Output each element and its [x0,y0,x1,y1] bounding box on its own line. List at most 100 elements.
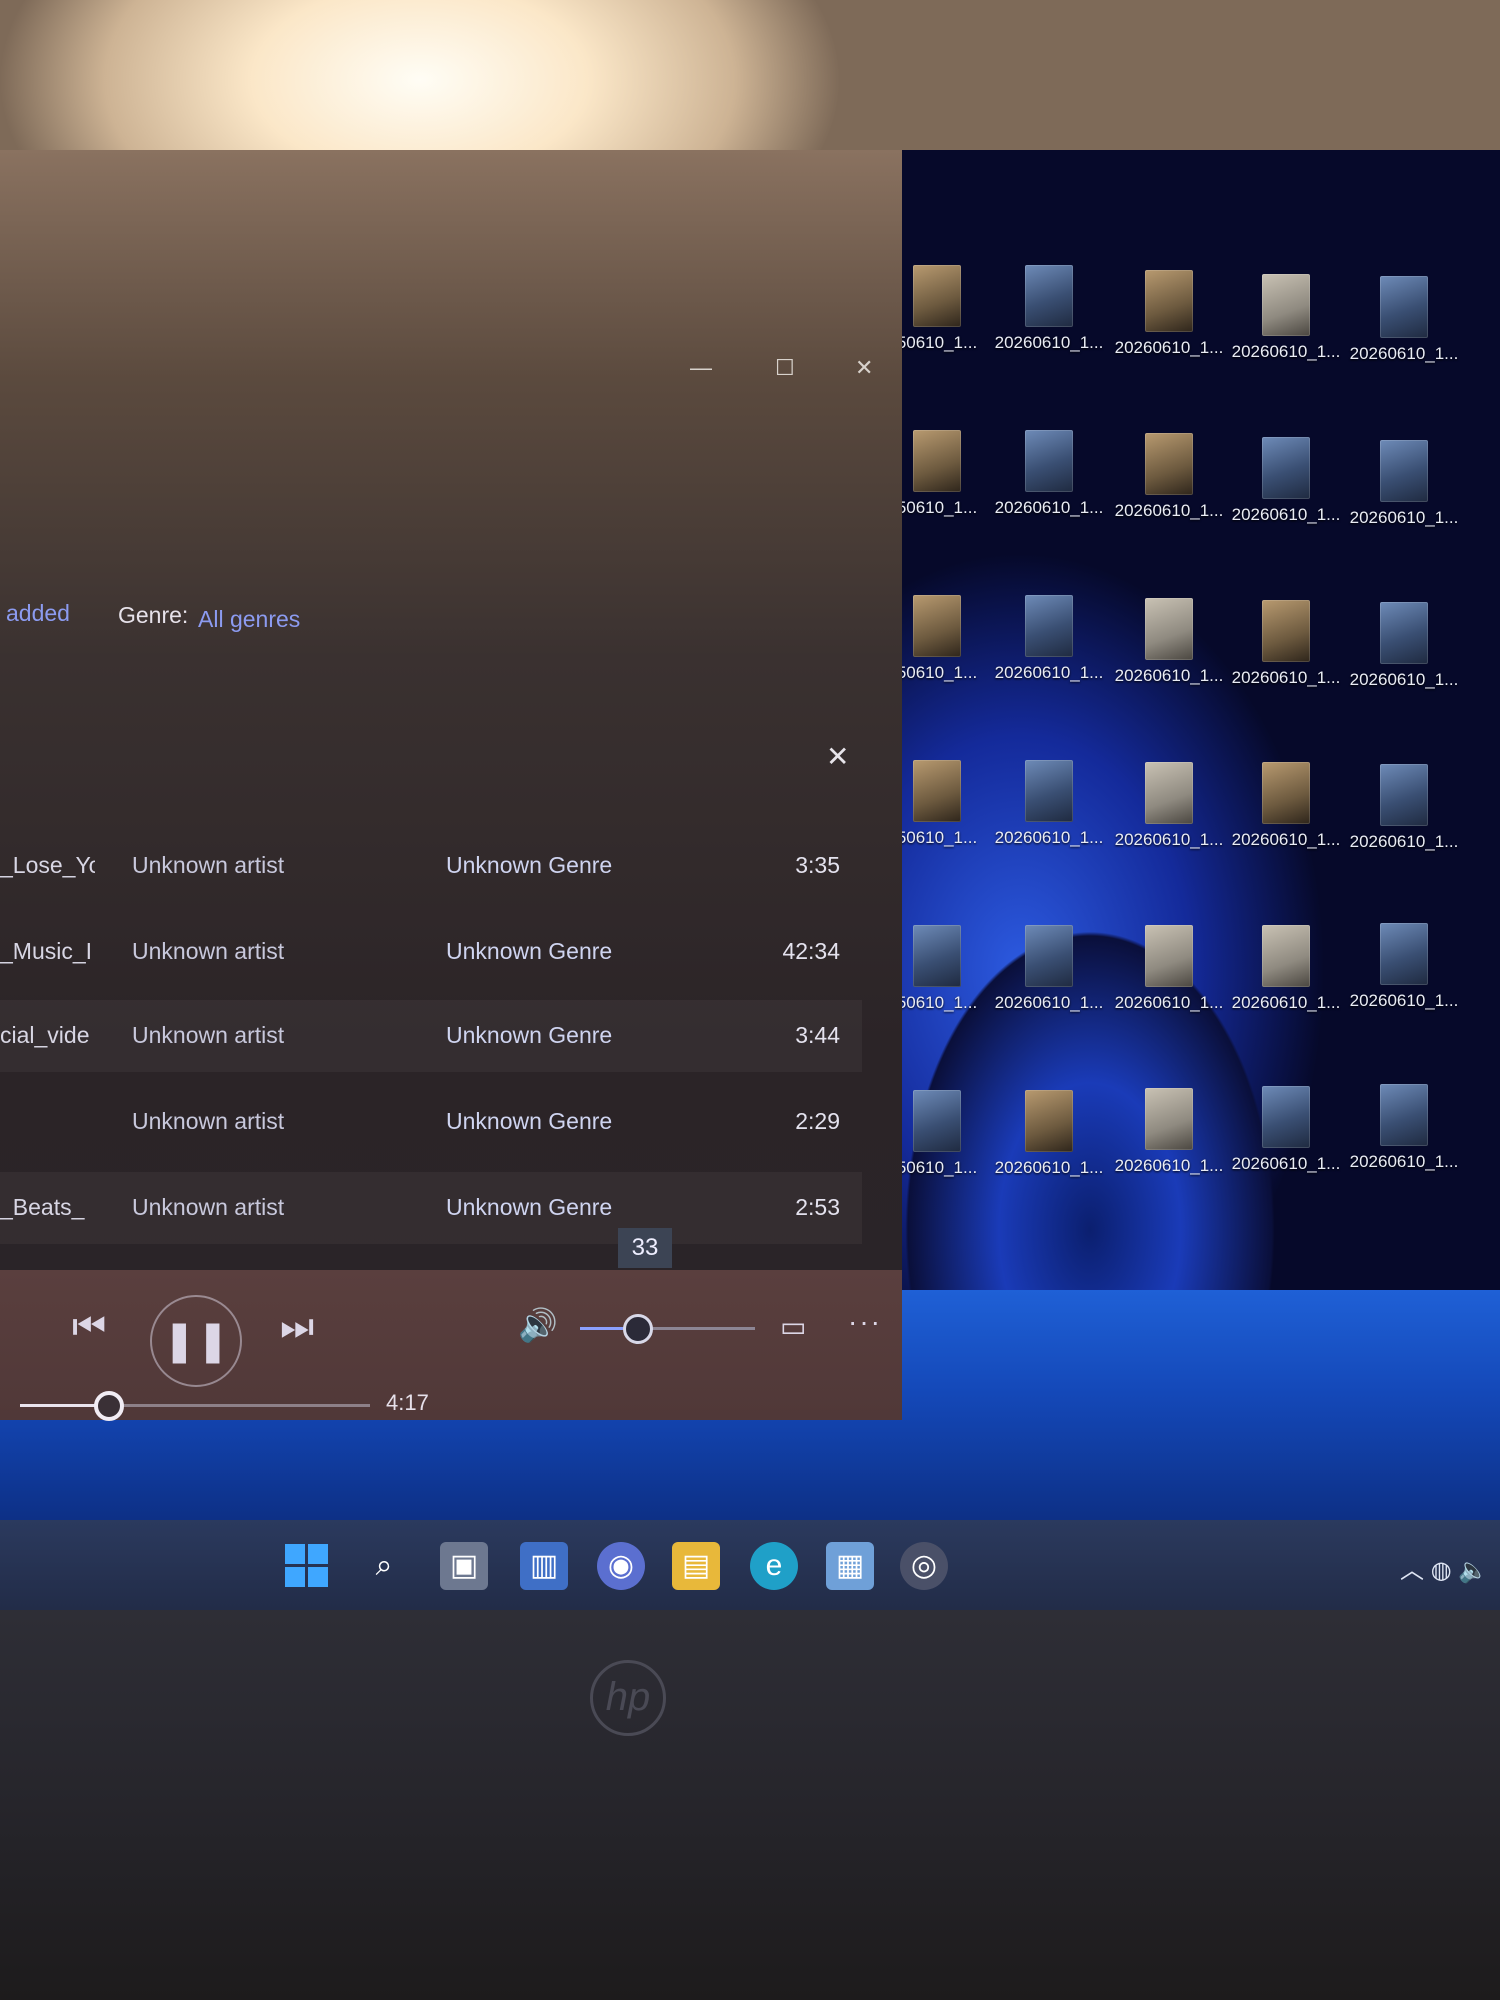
image-thumbnail [1145,1088,1193,1150]
taskbar: ⌕ ▣ ▥ ◉ ▤ e ▦ ◎ ︿ ◍ 🔈 [0,1520,1500,1610]
volume-icon[interactable]: 🔊 [518,1306,558,1344]
seek-bar-thumb[interactable] [93,1391,124,1421]
track-genre: Unknown Genre [446,852,613,878]
start-icon[interactable] [283,1542,331,1590]
track-genre: Unknown Genre [446,938,613,964]
image-thumbnail [913,1090,961,1152]
desktop-file-icon[interactable]: 20260610_1... [1227,437,1345,525]
image-thumbnail [1025,430,1073,492]
desktop-file-icon[interactable]: 20260610_1... [1110,270,1228,358]
more-options-icon[interactable]: ··· [848,1306,882,1338]
track-title: _Lose_Yo [0,852,95,878]
close-window-button[interactable]: ✕ [855,355,873,381]
desktop-file-icon[interactable]: 20260610_1... [1110,762,1228,850]
track-title: _Music_I [0,938,93,964]
maximize-button[interactable]: ☐ [775,355,795,381]
image-thumbnail [1025,595,1073,657]
image-thumbnail [1262,437,1310,499]
previous-icon[interactable]: ⏮ [72,1306,106,1349]
pause-icon[interactable]: ❚❚ [150,1295,242,1387]
file-explorer-icon[interactable]: ▤ [672,1542,720,1590]
image-thumbnail [1262,600,1310,662]
desktop-file-icon[interactable]: 20260610_1... [990,760,1108,848]
volume-tooltip: 33 [618,1228,672,1268]
desktop-file-icon[interactable]: 20260610_1... [1110,433,1228,521]
image-thumbnail [1380,276,1428,338]
track-duration: 2:53 [795,1194,840,1220]
desktop-file-icon[interactable]: 20260610_1... [1227,925,1345,1013]
widgets-icon[interactable]: ▥ [520,1542,568,1590]
image-thumbnail [1380,1084,1428,1146]
image-thumbnail [1380,923,1428,985]
image-thumbnail [1145,598,1193,660]
sort-dropdown[interactable]: added [6,600,70,627]
track-duration: 42:34 [782,938,840,964]
volume-slider[interactable] [580,1314,755,1344]
desktop-file-icon[interactable]: 20260610_1... [1227,274,1345,362]
image-thumbnail [1262,762,1310,824]
image-thumbnail [1145,433,1193,495]
desktop-file-icon[interactable]: 20260610_1... [990,925,1108,1013]
track-duration: 3:35 [795,852,840,878]
track-artist: Unknown artist [132,1022,285,1048]
playback-bar: ⏮ ❚❚ ⏭ 🔊 33 ▭ ··· 4:17 [0,1228,902,1421]
track-artist: Unknown artist [132,938,285,964]
image-thumbnail [1025,265,1073,327]
desktop-file-icon[interactable]: 20260610_1... [1110,1088,1228,1176]
image-thumbnail [913,760,961,822]
image-thumbnail [1145,762,1193,824]
task-view-icon[interactable]: ▣ [440,1542,488,1590]
desktop-file-icon[interactable]: 20260610_1... [1345,276,1463,364]
image-thumbnail [1025,760,1073,822]
track-artist: Unknown artist [132,1194,285,1220]
volume-slider-thumb[interactable] [622,1314,653,1344]
desktop-file-icon[interactable]: 20260610_1... [990,265,1108,353]
minimize-button[interactable]: — [690,355,712,381]
seek-bar[interactable] [20,1391,370,1421]
desktop-file-icon[interactable]: 20260610_1... [990,595,1108,683]
close-icon[interactable]: ✕ [826,740,849,773]
track-artist: Unknown artist [132,1108,285,1134]
desktop-file-icon[interactable]: 20260610_1... [1345,1084,1463,1172]
track-row[interactable]: _Music_I Unknown artist Unknown Genre 42… [0,916,862,988]
genre-dropdown[interactable]: All genres [198,606,300,633]
image-thumbnail [1262,1086,1310,1148]
desktop-file-icon[interactable]: 20260610_1... [1227,762,1345,850]
desktop-file-icon[interactable]: 20260610_1... [1345,923,1463,1011]
desktop-file-icon[interactable]: 20260610_1... [1345,440,1463,528]
desktop-file-icon[interactable]: 20260610_1... [1345,602,1463,690]
hp-logo: hp [590,1660,666,1736]
desktop-file-icon[interactable]: 20260610_1... [1227,600,1345,688]
desktop-file-icon[interactable]: 20260610_1... [1227,1086,1345,1174]
track-row[interactable]: _Beats_ Unknown artist Unknown Genre 2:5… [0,1172,862,1244]
image-thumbnail [913,595,961,657]
search-icon[interactable]: ⌕ [360,1542,408,1590]
track-genre: Unknown Genre [446,1022,613,1048]
track-title: cial_vide [0,1022,90,1048]
desktop-file-icon[interactable]: 20260610_1... [990,430,1108,518]
track-artist: Unknown artist [132,852,285,878]
chat-icon[interactable]: ◉ [597,1542,645,1590]
image-thumbnail [1262,274,1310,336]
track-title: _Beats_ [0,1194,85,1220]
miniplayer-icon[interactable]: ▭ [780,1310,806,1343]
desktop-file-icon[interactable]: 20260610_1... [990,1090,1108,1178]
desktop-file-icon[interactable]: 20260610_1... [1345,764,1463,852]
system-tray[interactable]: ︿ ◍ 🔈 [1400,1550,1488,1585]
track-genre: Unknown Genre [446,1108,613,1134]
laptop-bezel: hp [0,1610,1500,2000]
window-controls: — ☐ ✕ [690,355,890,395]
image-thumbnail [913,925,961,987]
desktop-file-icon[interactable]: 20260610_1... [1110,925,1228,1013]
media-player-icon[interactable]: ◎ [900,1542,948,1590]
next-icon[interactable]: ⏭ [280,1306,314,1349]
edge-icon[interactable]: e [750,1542,798,1590]
track-row[interactable]: _Lose_Yo Unknown artist Unknown Genre 3:… [0,830,862,902]
store-icon[interactable]: ▦ [826,1542,874,1590]
track-row[interactable]: cial_vide Unknown artist Unknown Genre 3… [0,1000,862,1072]
image-thumbnail [1380,440,1428,502]
image-thumbnail [913,430,961,492]
image-thumbnail [913,265,961,327]
desktop-file-icon[interactable]: 20260610_1... [1110,598,1228,686]
track-row[interactable]: Unknown artist Unknown Genre 2:29 [0,1086,862,1158]
